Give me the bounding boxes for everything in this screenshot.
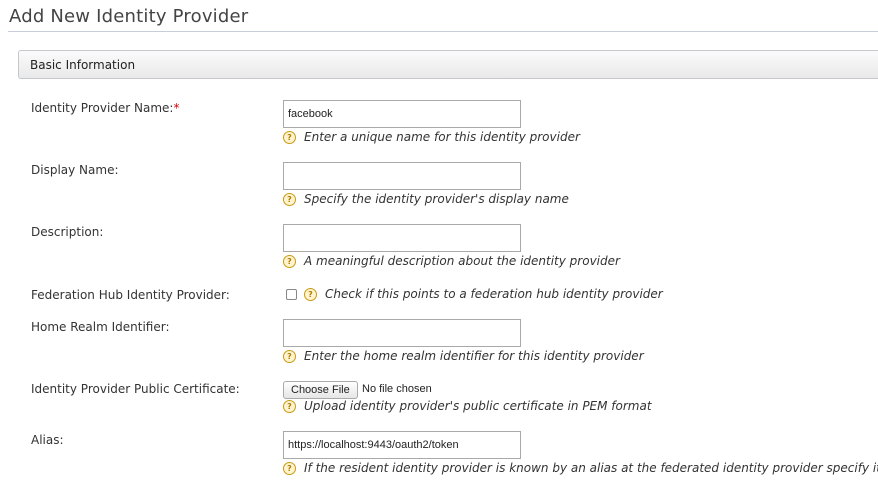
question-circle-icon: ? <box>304 287 317 301</box>
home-realm-input[interactable] <box>283 319 521 347</box>
choose-file-button[interactable]: Choose File <box>283 381 358 399</box>
description-help: ? A meaningful description about the ide… <box>283 254 620 268</box>
alias-input[interactable] <box>283 431 521 459</box>
alias-help: ? If the resident identity provider is k… <box>283 461 878 475</box>
question-circle-icon: ? <box>283 254 296 268</box>
alias-label: Alias: <box>31 433 64 447</box>
question-circle-icon: ? <box>283 192 296 206</box>
title-divider <box>8 31 878 32</box>
page-title: Add New Identity Provider <box>9 6 249 27</box>
required-asterisk: * <box>173 101 180 115</box>
description-input[interactable] <box>283 224 521 252</box>
idp-name-input[interactable] <box>283 100 521 128</box>
federation-hub-help: ? Check if this points to a federation h… <box>304 287 663 301</box>
display-name-input[interactable] <box>283 162 521 190</box>
question-circle-icon: ? <box>283 461 296 475</box>
federation-hub-label: Federation Hub Identity Provider: <box>31 288 230 302</box>
home-realm-help: ? Enter the home realm identifier for th… <box>283 349 644 363</box>
idp-name-label: Identity Provider Name:* <box>31 101 180 115</box>
description-label: Description: <box>31 225 104 239</box>
section-title: Basic Information <box>30 58 136 72</box>
file-status-text: No file chosen <box>362 383 432 395</box>
question-circle-icon: ? <box>283 349 296 363</box>
home-realm-label: Home Realm Identifier: <box>31 320 170 334</box>
certificate-help: ? Upload identity provider's public cert… <box>283 399 652 413</box>
certificate-label: Identity Provider Public Certificate: <box>31 382 240 396</box>
federation-hub-checkbox[interactable] <box>286 289 297 300</box>
question-circle-icon: ? <box>283 130 296 144</box>
display-name-label: Display Name: <box>31 163 119 177</box>
basic-information-section-header[interactable]: Basic Information <box>18 50 878 79</box>
idp-name-help: ? Enter a unique name for this identity … <box>283 130 580 144</box>
question-circle-icon: ? <box>283 399 296 413</box>
display-name-help: ? Specify the identity provider's displa… <box>283 192 569 206</box>
